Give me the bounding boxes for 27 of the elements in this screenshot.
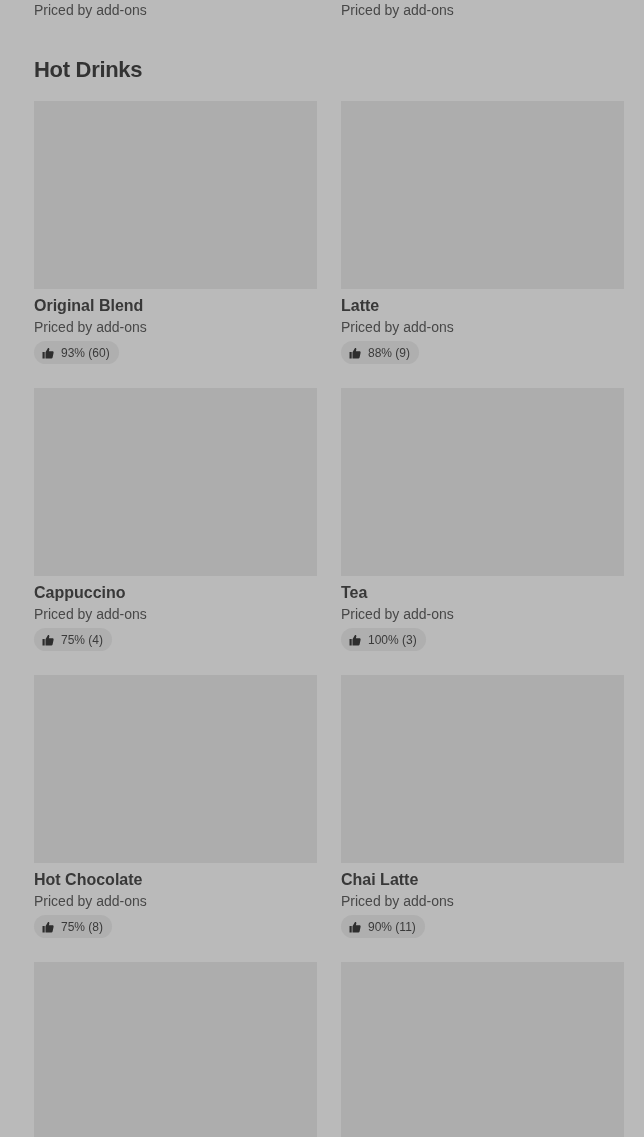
thumbs-up-icon xyxy=(42,346,54,359)
product-title: Cappuccino xyxy=(34,583,127,603)
product-title: Original Blend xyxy=(34,296,145,316)
rating-text: 100% (3) xyxy=(368,632,417,647)
product-title: Latte xyxy=(341,296,381,316)
product-title: Chai Latte xyxy=(341,870,420,890)
product-price-note: Priced by add-ons xyxy=(341,892,455,911)
product-price-note: Priced by add-ons xyxy=(34,318,148,337)
rating-text: 90% (11) xyxy=(368,919,416,934)
rating-text: 93% (60) xyxy=(61,345,110,360)
section-heading: Hot Drinks xyxy=(34,57,144,83)
product-price-note: Priced by add-ons xyxy=(34,892,148,911)
thumbs-up-icon xyxy=(349,346,361,359)
rating-text: 75% (4) xyxy=(61,632,104,647)
product-title: Tea xyxy=(341,583,369,603)
product-price-note: Priced by add-ons xyxy=(34,1,148,20)
thumbs-up-icon xyxy=(42,633,54,646)
thumbs-up-icon xyxy=(42,920,54,933)
rating-text: 88% (9) xyxy=(368,345,411,360)
product-price-note: Priced by add-ons xyxy=(341,605,455,624)
product-price-note: Priced by add-ons xyxy=(34,605,148,624)
product-title: Hot Chocolate xyxy=(34,870,144,890)
product-price-note: Priced by add-ons xyxy=(341,318,455,337)
thumbs-up-icon xyxy=(349,633,361,646)
product-price-note: Priced by add-ons xyxy=(341,1,455,20)
thumbs-up-icon xyxy=(349,920,361,933)
rating-text: 75% (8) xyxy=(61,919,104,934)
